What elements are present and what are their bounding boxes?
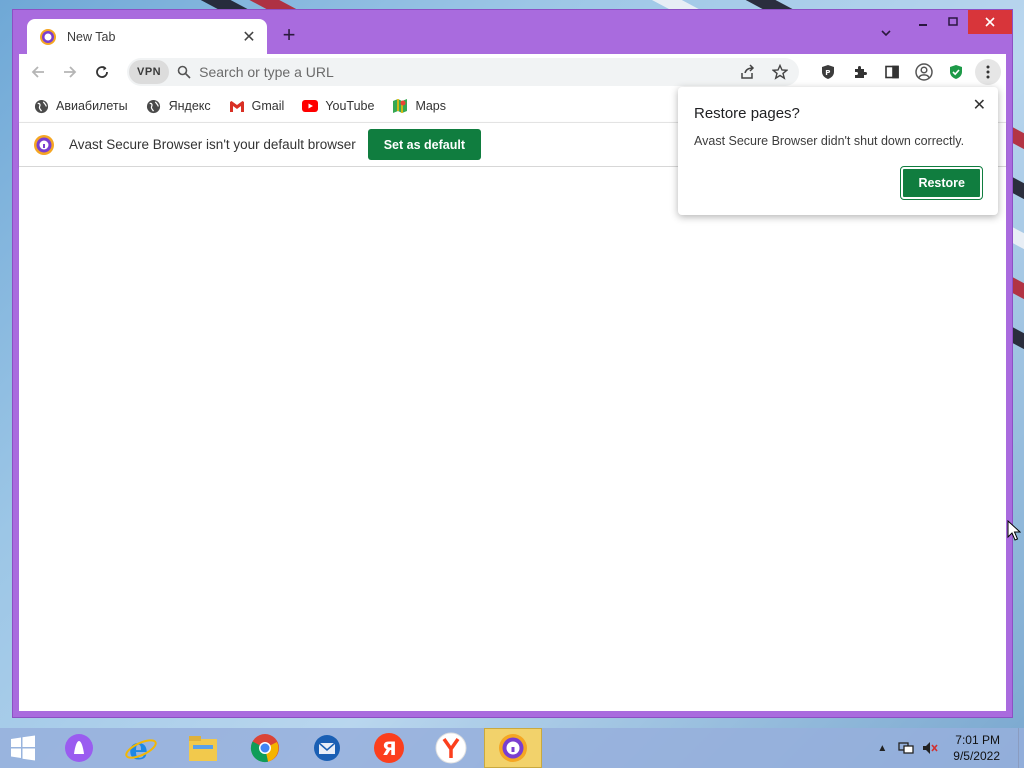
globe-icon (146, 98, 162, 114)
bookmark-yandex[interactable]: Яндекс (146, 98, 211, 114)
clock-time: 7:01 PM (955, 733, 1000, 747)
back-button[interactable] (25, 59, 51, 85)
bookmark-label: Яндекс (168, 99, 211, 113)
globe-icon (33, 98, 49, 114)
mouse-cursor-icon (1007, 520, 1021, 541)
internet-explorer-icon: e (125, 732, 157, 765)
bookmark-label: Gmail (251, 99, 285, 113)
start-button[interactable] (0, 728, 46, 768)
tab-title: New Tab (67, 29, 116, 44)
bookmark-maps[interactable]: Maps (392, 98, 446, 114)
bookmark-youtube[interactable]: YouTube (302, 98, 374, 114)
infobar-message: Avast Secure Browser isn't your default … (69, 137, 356, 152)
svg-text:Я: Я (382, 738, 397, 760)
set-as-default-button[interactable]: Set as default (367, 129, 481, 160)
windows-logo-icon (11, 735, 35, 761)
clock-date: 9/5/2022 (953, 749, 1000, 763)
restore-pages-dialog: Restore pages? ✕ Avast Secure Browser di… (678, 87, 998, 215)
tab-close-icon[interactable]: ✕ (241, 27, 257, 47)
yandex-browser-icon (435, 732, 467, 764)
tab-new-tab[interactable]: New Tab ✕ (27, 19, 267, 54)
share-icon[interactable] (735, 59, 761, 85)
bookmark-aviabilety[interactable]: Авиабилеты (33, 98, 128, 114)
alice-assistant-icon (65, 734, 93, 762)
avast-browser-logo-icon (40, 28, 56, 45)
tab-search-button[interactable] (877, 26, 895, 44)
minimize-icon (919, 24, 927, 26)
address-bar-input[interactable] (199, 64, 729, 80)
maximize-icon (948, 17, 958, 26)
restore-button[interactable]: Restore (900, 166, 983, 200)
dialog-close-icon[interactable]: ✕ (973, 95, 986, 115)
folder-icon (189, 736, 217, 761)
forward-button[interactable] (57, 59, 83, 85)
side-panel-icon[interactable] (879, 59, 905, 85)
close-icon (985, 17, 995, 27)
taskbar-yandex-browser[interactable] (422, 728, 480, 768)
vpn-button[interactable]: VPN (129, 60, 170, 84)
privacy-guard-icon[interactable]: P (815, 59, 841, 85)
bookmark-label: Авиабилеты (56, 99, 128, 113)
gmail-icon (229, 98, 245, 114)
reload-button[interactable] (89, 59, 115, 85)
show-desktop-button[interactable] (1018, 728, 1024, 768)
bookmark-gmail[interactable]: Gmail (229, 98, 285, 114)
youtube-icon (302, 98, 319, 114)
bookmark-star-icon[interactable] (767, 59, 793, 85)
chrome-icon (250, 734, 279, 763)
security-shield-icon[interactable] (943, 59, 969, 85)
bookmark-label: Maps (415, 99, 447, 113)
maximize-button[interactable] (938, 10, 968, 34)
maps-icon (392, 98, 408, 114)
show-hidden-icons-icon[interactable]: ▲ (871, 737, 893, 759)
menu-icon[interactable] (975, 59, 1001, 85)
bookmark-label: YouTube (325, 99, 375, 113)
yandex-icon: Я (374, 733, 404, 763)
dialog-message: Avast Secure Browser didn't shut down co… (694, 134, 965, 148)
taskbar-file-explorer[interactable] (174, 728, 232, 768)
extensions-area: P (815, 58, 1007, 86)
close-window-button[interactable] (968, 10, 1012, 34)
title-bar: New Tab ✕ + (13, 10, 1012, 54)
page-content (19, 167, 1006, 711)
omnibox[interactable]: VPN (127, 58, 799, 86)
search-icon (177, 65, 191, 79)
minimize-button[interactable] (908, 10, 938, 34)
taskbar-alice-assistant[interactable] (50, 728, 108, 768)
taskbar-chrome[interactable] (236, 728, 294, 768)
network-icon[interactable] (895, 737, 917, 759)
window-controls (908, 10, 1012, 34)
taskbar-yandex[interactable]: Я (360, 728, 418, 768)
profile-icon[interactable] (911, 59, 937, 85)
svg-text:P: P (825, 69, 830, 77)
volume-muted-icon[interactable] (919, 737, 941, 759)
taskbar-thunderbird[interactable] (298, 728, 356, 768)
new-tab-button[interactable]: + (277, 24, 301, 48)
browser-toolbar: VPN P (19, 54, 1006, 90)
taskbar-internet-explorer[interactable]: e (112, 728, 170, 768)
taskbar: e Я ▲ 7:01 PM 9/5/2022 (0, 728, 1024, 768)
avast-browser-logo-icon (499, 734, 527, 762)
avast-browser-logo-icon (34, 134, 54, 155)
clock[interactable]: 7:01 PM 9/5/2022 (953, 732, 1000, 764)
forward-icon (64, 66, 77, 78)
extensions-icon[interactable] (847, 59, 873, 85)
chevron-down-icon (881, 30, 891, 37)
back-icon (31, 66, 44, 78)
system-tray: ▲ 7:01 PM 9/5/2022 (871, 728, 1024, 768)
dialog-title: Restore pages? (694, 105, 800, 122)
taskbar-avast-secure-browser[interactable] (484, 728, 542, 768)
reload-icon (96, 66, 108, 78)
thunderbird-icon (314, 735, 340, 761)
